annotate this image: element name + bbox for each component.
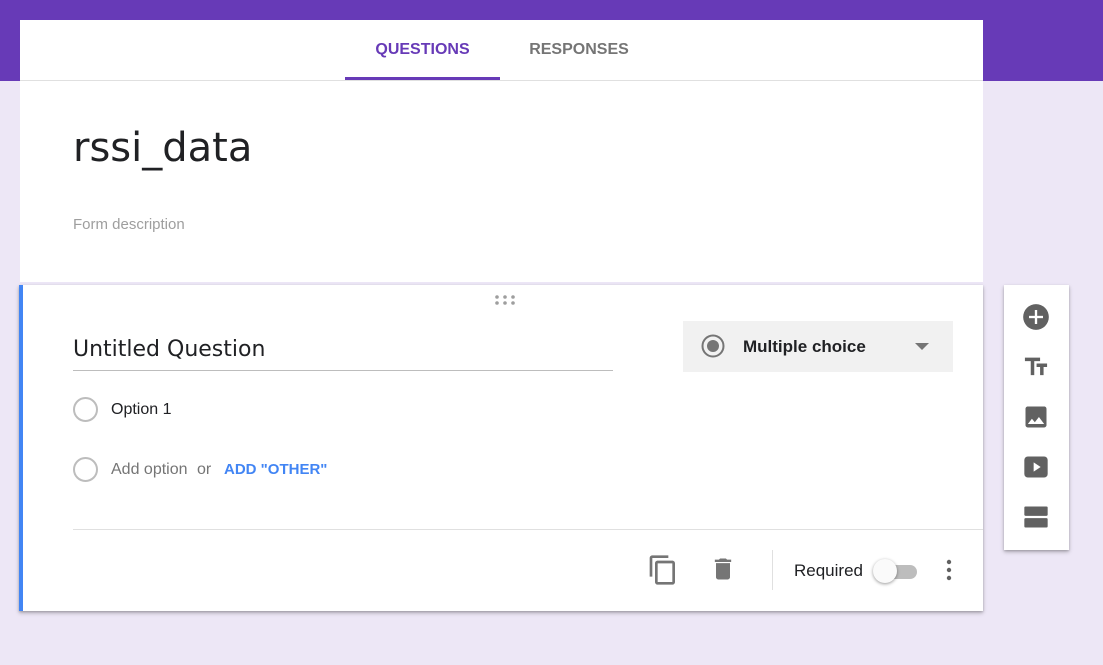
required-toggle[interactable] [873, 558, 923, 584]
question-type-label: Multiple choice [743, 337, 866, 356]
question-card[interactable]: Untitled Question Multiple choice Option… [19, 285, 983, 611]
footer-separator [772, 550, 773, 590]
tab-responses[interactable]: RESPONSES [505, 20, 653, 80]
drag-handle-icon[interactable] [493, 294, 517, 306]
add-option-field[interactable]: Add option [111, 461, 188, 479]
option-row: Option 1 [73, 397, 273, 423]
form-description-field[interactable]: Form description [73, 216, 185, 233]
section-icon[interactable] [1022, 503, 1050, 531]
add-other-button[interactable]: ADD "OTHER" [224, 461, 327, 478]
more-vert-icon[interactable] [941, 556, 957, 584]
option-label[interactable]: Option 1 [111, 401, 171, 419]
tab-questions[interactable]: QUESTIONS [345, 20, 500, 80]
question-title-input[interactable]: Untitled Question [73, 337, 613, 371]
dropdown-arrow-icon [915, 343, 929, 350]
required-label: Required [794, 561, 863, 580]
video-icon[interactable] [1022, 453, 1050, 481]
form-header-card: QUESTIONS RESPONSES rssi_data Form descr… [20, 20, 983, 282]
add-question-icon[interactable] [1022, 303, 1050, 331]
footer-divider [73, 529, 983, 530]
toggle-thumb [873, 559, 897, 583]
duplicate-icon[interactable] [647, 552, 679, 588]
form-title[interactable]: rssi_data [73, 125, 252, 171]
side-toolbar [1004, 285, 1069, 550]
image-icon[interactable] [1022, 403, 1050, 431]
tab-bar: QUESTIONS RESPONSES [20, 20, 983, 81]
title-text-icon[interactable] [1022, 353, 1050, 381]
delete-icon[interactable] [709, 553, 737, 585]
radio-unchecked-icon [73, 397, 98, 422]
active-tab-indicator [345, 77, 500, 80]
radio-unchecked-icon [73, 457, 98, 482]
or-text: or [197, 461, 212, 478]
radio-checked-icon [701, 334, 725, 358]
add-option-row: Add option or ADD "OTHER" [73, 457, 393, 483]
question-type-dropdown[interactable]: Multiple choice [683, 321, 953, 372]
